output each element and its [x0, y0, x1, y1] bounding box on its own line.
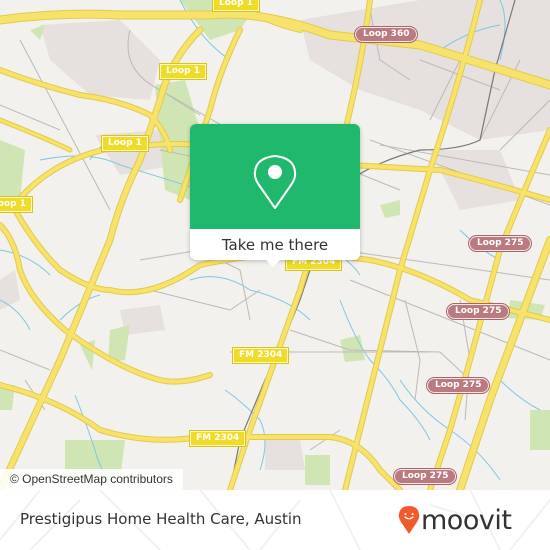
route-shield-loop-1: Loop 1	[0, 196, 33, 213]
route-shield-loop-275: Loop 275	[445, 303, 511, 320]
route-shield-loop-275: Loop 275	[467, 235, 533, 252]
route-shield-loop-1: Loop 1	[159, 63, 207, 80]
map-view[interactable]: Loop 1 Loop 1 Loop 1 Loop 1 Loop 360 Loo…	[0, 0, 550, 490]
moovit-wordmark: moovit	[421, 504, 512, 536]
route-shield-fm-2304: FM 2304	[231, 347, 290, 364]
route-shield-loop-1: Loop 1	[101, 135, 149, 152]
popup-header	[190, 124, 360, 229]
map-attribution[interactable]: © OpenStreetMap contributors	[0, 469, 183, 490]
location-pin-icon	[253, 155, 297, 209]
popup-pointer	[266, 260, 280, 267]
route-shield-loop-275: Loop 275	[425, 377, 491, 394]
route-shield-loop-360: Loop 360	[353, 26, 419, 43]
location-popup: Take me there	[190, 124, 360, 267]
moovit-pin-icon	[398, 506, 420, 534]
take-me-there-button[interactable]: Take me there	[190, 229, 360, 260]
route-shield-fm-2304: FM 2304	[188, 430, 247, 447]
footer-bar: Prestigipus Home Health Care, Austin moo…	[0, 490, 550, 550]
route-shield-loop-1: Loop 1	[212, 0, 260, 12]
route-shield-loop-275: Loop 275	[392, 468, 458, 485]
moovit-logo[interactable]: moovit	[398, 500, 512, 540]
place-name: Prestigipus Home Health Care, Austin	[20, 510, 302, 528]
